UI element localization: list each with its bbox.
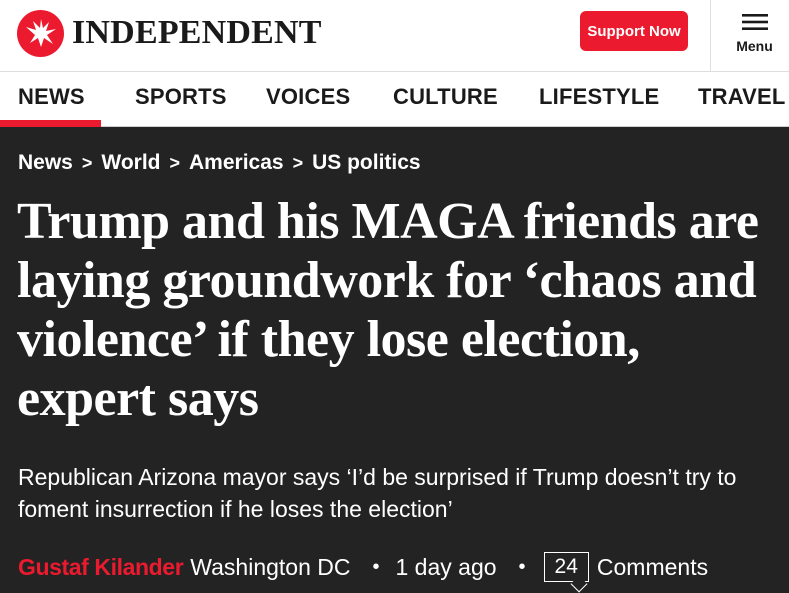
menu-divider (710, 0, 711, 72)
comment-bubble-icon[interactable]: 24 (543, 552, 589, 593)
breadcrumb-item-americas[interactable]: Americas (189, 151, 284, 175)
article-standfirst: Republican Arizona mayor says ‘I’d be su… (18, 464, 737, 522)
article-headline: Trump and his MAGA friends are laying gr… (17, 193, 759, 427)
site-logo-wordmark: INDEPENDENT (72, 14, 322, 51)
byline-separator-dot: • (372, 555, 380, 578)
breadcrumb: News > World > Americas > US politics (18, 151, 421, 175)
nav-item-sports[interactable]: SPORTS (135, 84, 227, 110)
section-nav: NEWS SPORTS VOICES CULTURE LIFESTYLE TRA… (0, 72, 789, 127)
support-now-button[interactable]: Support Now (580, 11, 688, 51)
comment-count: 24 (554, 555, 578, 578)
nav-item-voices[interactable]: VOICES (266, 84, 350, 110)
site-header: INDEPENDENT Support Now Menu (0, 0, 789, 72)
hamburger-menu-icon (741, 14, 768, 30)
nav-item-lifestyle[interactable]: LIFESTYLE (539, 84, 659, 110)
dateline-location: Washington DC (190, 553, 351, 580)
site-logo[interactable]: INDEPENDENT (17, 9, 322, 57)
eagle-logo-icon (17, 9, 64, 57)
comments-link[interactable]: Comments (597, 554, 708, 581)
breadcrumb-separator: > (292, 152, 304, 173)
menu-label: Menu (736, 38, 773, 54)
breadcrumb-separator: > (169, 152, 180, 173)
breadcrumb-item-us-politics[interactable]: US politics (312, 151, 421, 175)
breadcrumb-separator: > (81, 152, 93, 173)
breadcrumb-item-world[interactable]: World (101, 151, 160, 175)
byline-separator-dot: • (518, 555, 526, 578)
nav-item-news[interactable]: NEWS (18, 84, 85, 110)
breadcrumb-item-news[interactable]: News (18, 151, 73, 175)
publish-time: 1 day ago (395, 553, 497, 580)
menu-button[interactable]: Menu (720, 10, 789, 62)
author-link[interactable]: Gustaf Kilander (18, 554, 184, 581)
active-nav-indicator (0, 120, 101, 127)
nav-item-travel[interactable]: TRAVEL (698, 84, 786, 110)
article-byline: Gustaf Kilander Washington DC • 1 day ag… (18, 550, 708, 593)
nav-item-culture[interactable]: CULTURE (393, 84, 498, 110)
